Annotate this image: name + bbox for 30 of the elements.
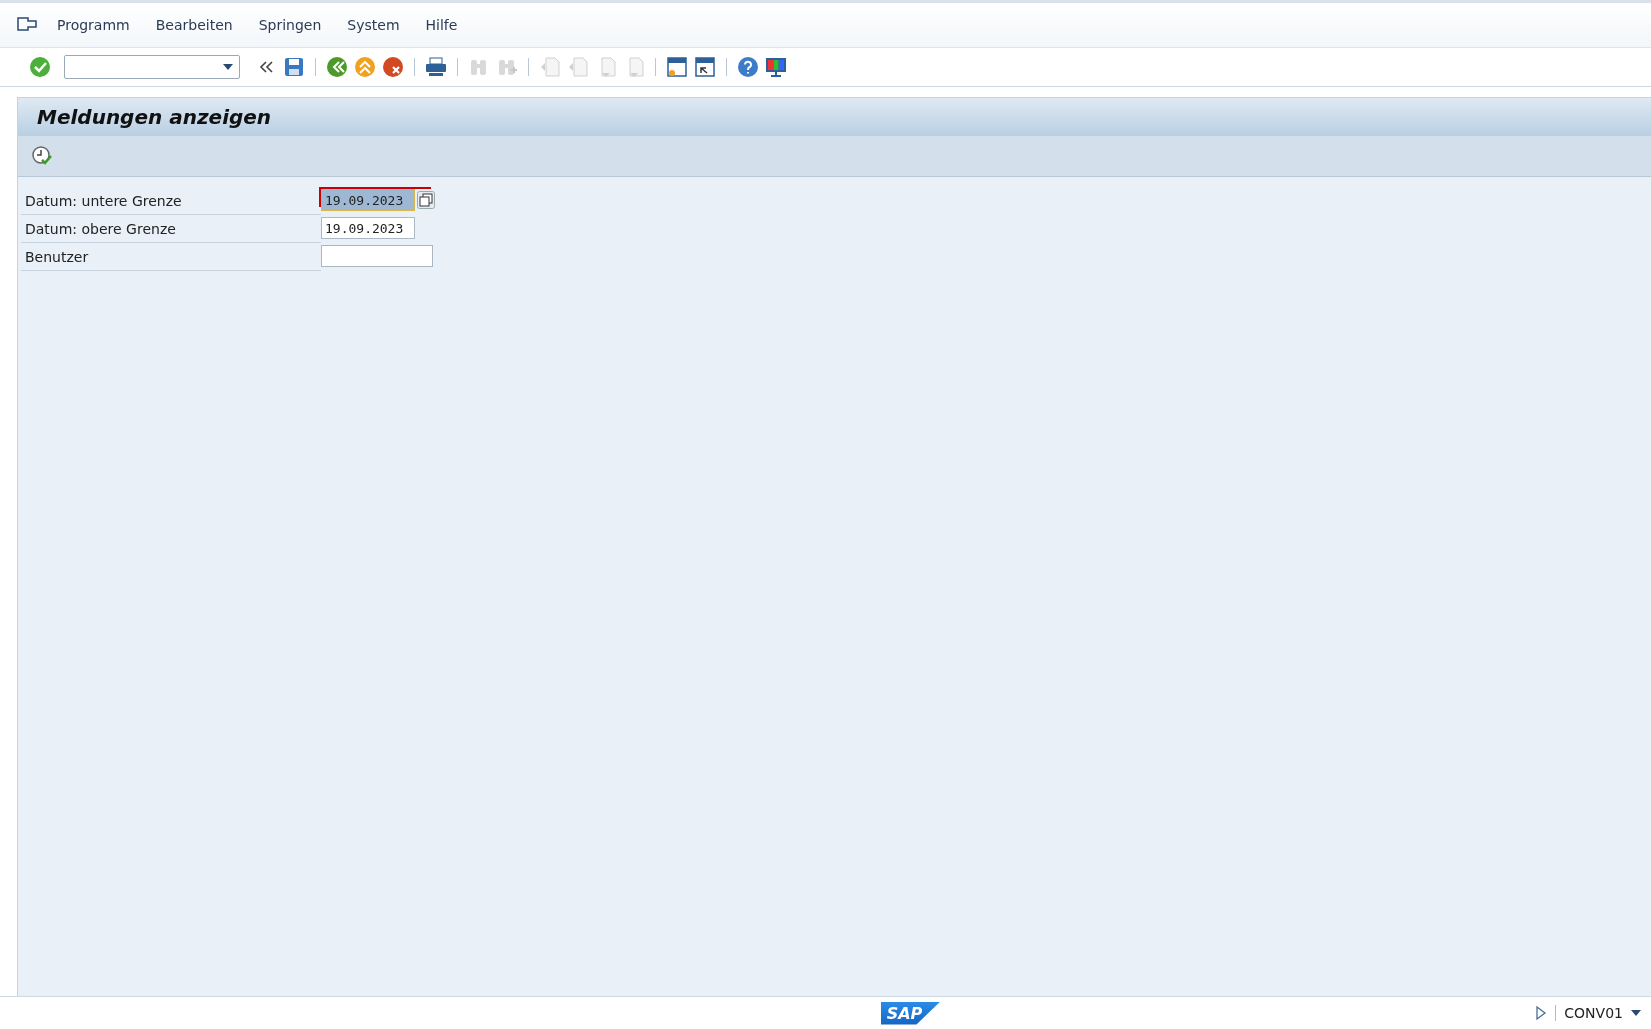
screen-title: Meldungen anzeigen bbox=[37, 105, 272, 129]
field-label: Datum: obere Grenze bbox=[24, 220, 177, 237]
input-field[interactable] bbox=[321, 245, 433, 267]
command-field[interactable] bbox=[64, 55, 240, 79]
cancel-icon[interactable] bbox=[381, 55, 405, 79]
caret-icon[interactable] bbox=[223, 64, 233, 70]
menu-icon[interactable] bbox=[17, 17, 37, 33]
save-icon[interactable] bbox=[282, 55, 306, 79]
shortcut-icon[interactable] bbox=[693, 55, 717, 79]
back-icon[interactable] bbox=[325, 55, 349, 79]
print-icon[interactable] bbox=[424, 55, 448, 79]
dropdown-caret-icon[interactable] bbox=[1631, 1010, 1641, 1016]
menu-item[interactable]: Hilfe bbox=[425, 17, 458, 33]
play-icon[interactable] bbox=[1535, 1005, 1548, 1021]
menu-item[interactable]: Programm bbox=[57, 17, 130, 33]
field-label: Datum: untere Grenze bbox=[24, 192, 183, 209]
new-session-icon[interactable] bbox=[665, 55, 689, 79]
value-help-icon[interactable] bbox=[417, 191, 435, 209]
menu-item[interactable]: System bbox=[347, 17, 400, 33]
help-icon[interactable] bbox=[736, 55, 760, 79]
field-label: Benutzer bbox=[24, 248, 90, 265]
enter-icon[interactable] bbox=[28, 55, 52, 79]
clock-check-icon[interactable] bbox=[31, 145, 53, 167]
input-field[interactable]: 19.09.2023 bbox=[321, 217, 415, 239]
menu-item[interactable]: Bearbeiten bbox=[155, 17, 233, 33]
menu-item[interactable]: Springen bbox=[258, 17, 322, 33]
input-field[interactable]: 19.09.2023 bbox=[321, 189, 415, 211]
system-name[interactable]: CONV01 bbox=[1564, 1005, 1623, 1021]
layout-icon[interactable] bbox=[764, 55, 788, 79]
sap-logo: SAP bbox=[880, 1001, 941, 1025]
